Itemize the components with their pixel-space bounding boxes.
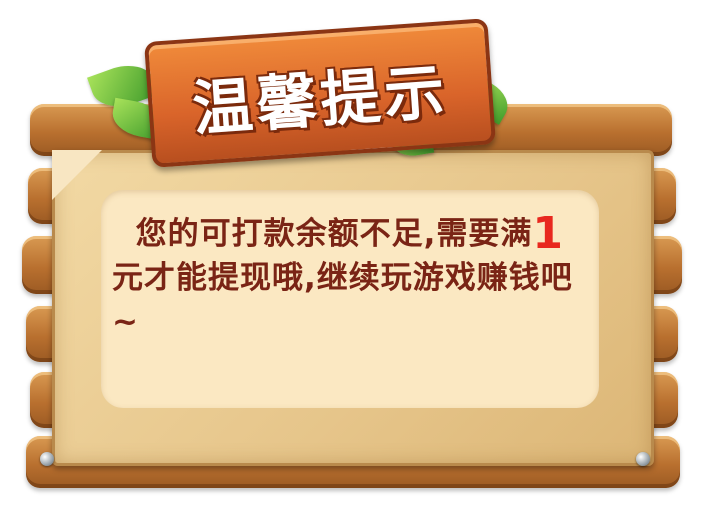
message-text-1: 您的可打款余额不足,需要满 bbox=[135, 216, 533, 252]
title-plaque: 温馨提示 bbox=[144, 18, 496, 168]
nail-icon bbox=[636, 452, 650, 466]
dialog-title: 温馨提示 bbox=[190, 57, 451, 145]
warm-tip-dialog: 您的可打款余额不足,需要满1元才能提现哦,继续玩游戏赚钱吧~ 温馨提示 bbox=[0, 0, 720, 511]
required-amount: 1 bbox=[532, 208, 564, 259]
nail-icon bbox=[40, 452, 54, 466]
dialog-message: 您的可打款余额不足,需要满1元才能提现哦,继续玩游戏赚钱吧~ bbox=[112, 212, 588, 344]
parchment-corner-fold bbox=[52, 150, 102, 200]
message-text-2: 元才能提现哦,继续玩游戏赚钱吧~ bbox=[112, 260, 573, 340]
